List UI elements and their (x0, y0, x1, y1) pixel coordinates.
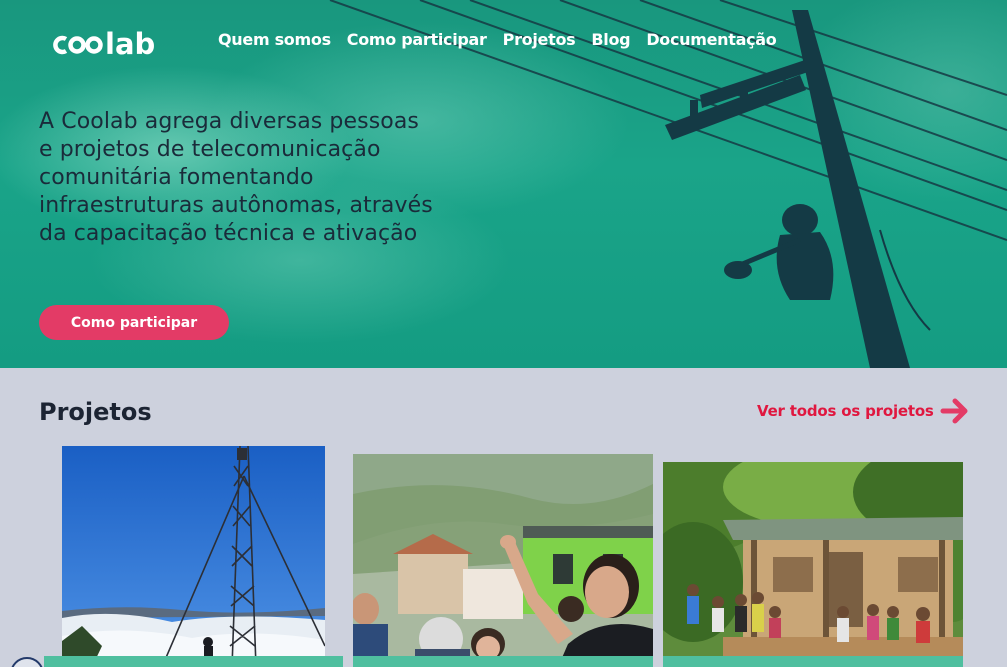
arrow-right-icon (940, 398, 968, 424)
see-all-label: Ver todos os projetos (757, 402, 934, 420)
coolab-logo[interactable]: lab (52, 27, 176, 59)
card-caption-bar (663, 656, 963, 667)
headline-line: infraestruturas autônomas, através (39, 193, 433, 218)
headline-line: A Coolab agrega diversas pessoas (39, 109, 419, 134)
svg-text:lab: lab (105, 27, 155, 59)
nav-quem-somos[interactable]: Quem somos (218, 29, 331, 51)
hero-headline: A Coolab agrega diversas pessoas e proje… (39, 108, 509, 248)
headline-line: e projetos de telecomunicação (39, 137, 381, 162)
hero-banner: lab Quem somos Como participar Projetos … (0, 0, 1007, 368)
project-card-tower[interactable] (62, 446, 325, 667)
card-caption-bar (353, 656, 653, 667)
see-all-projects-link[interactable]: Ver todos os projetos (757, 397, 970, 425)
project-card-village[interactable] (663, 462, 963, 667)
nav-como-participar[interactable]: Como participar (347, 29, 487, 51)
nav-projetos[interactable]: Projetos (503, 29, 576, 51)
nav-documentacao[interactable]: Documentação (646, 29, 776, 51)
accessibility-button[interactable] (10, 657, 44, 667)
nav-blog[interactable]: Blog (591, 29, 630, 51)
radio-tower-photo (62, 446, 325, 667)
card-caption-bar (44, 656, 343, 667)
como-participar-button[interactable]: Como participar (39, 305, 229, 340)
village-house-photo (663, 462, 963, 667)
headline-line: comunitária fomentando (39, 165, 314, 190)
community-meeting-photo (353, 454, 653, 667)
main-nav: Quem somos Como participar Projetos Blog… (218, 29, 777, 51)
project-card-meeting[interactable] (353, 454, 653, 667)
projects-title: Projetos (39, 398, 152, 426)
headline-line: da capacitação técnica e ativação (39, 221, 418, 246)
